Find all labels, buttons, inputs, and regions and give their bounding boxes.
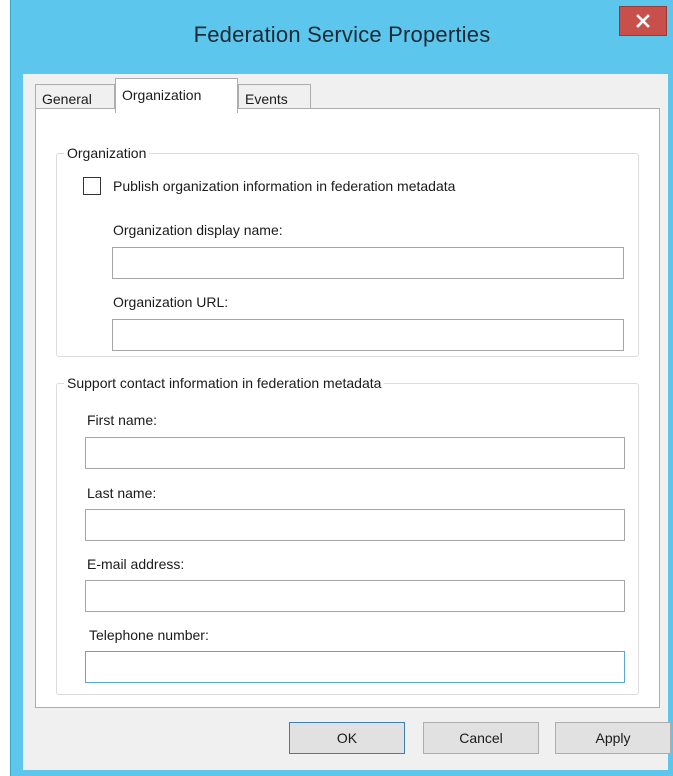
last-name-label: Last name: — [87, 485, 157, 501]
last-name-input[interactable] — [85, 509, 625, 541]
first-name-input[interactable] — [85, 437, 625, 469]
organization-groupbox: Organization Publish organization inform… — [56, 144, 639, 357]
email-input[interactable] — [85, 580, 625, 612]
org-display-name-input[interactable] — [112, 247, 624, 279]
dialog-window: Federation Service Properties General Or… — [10, 0, 673, 776]
publish-organization-checkbox[interactable] — [83, 177, 101, 195]
dialog-client-area: General Organization Events Organization… — [23, 74, 671, 770]
telephone-input[interactable] — [85, 651, 625, 683]
publish-organization-label[interactable]: Publish organization information in fede… — [113, 177, 455, 195]
close-button[interactable] — [619, 6, 667, 36]
email-label: E-mail address: — [87, 556, 185, 572]
support-contact-groupbox: Support contact information in federatio… — [56, 374, 639, 695]
first-name-label: First name: — [87, 412, 158, 428]
telephone-label: Telephone number: — [89, 627, 209, 643]
org-url-input[interactable] — [112, 319, 624, 351]
support-contact-group-title: Support contact information in federatio… — [64, 374, 385, 392]
cancel-button[interactable]: Cancel — [423, 722, 539, 754]
org-display-name-label: Organization display name: — [113, 222, 283, 238]
title-bar[interactable]: Federation Service Properties — [11, 0, 673, 74]
close-icon — [636, 14, 650, 28]
window-title: Federation Service Properties — [193, 22, 491, 47]
org-url-label: Organization URL: — [113, 294, 229, 310]
organization-group-title: Organization — [64, 144, 150, 162]
apply-button[interactable]: Apply — [555, 722, 671, 754]
ok-button[interactable]: OK — [289, 722, 405, 754]
tab-organization[interactable]: Organization — [115, 78, 238, 113]
organization-tab-panel: Organization Publish organization inform… — [35, 108, 660, 708]
